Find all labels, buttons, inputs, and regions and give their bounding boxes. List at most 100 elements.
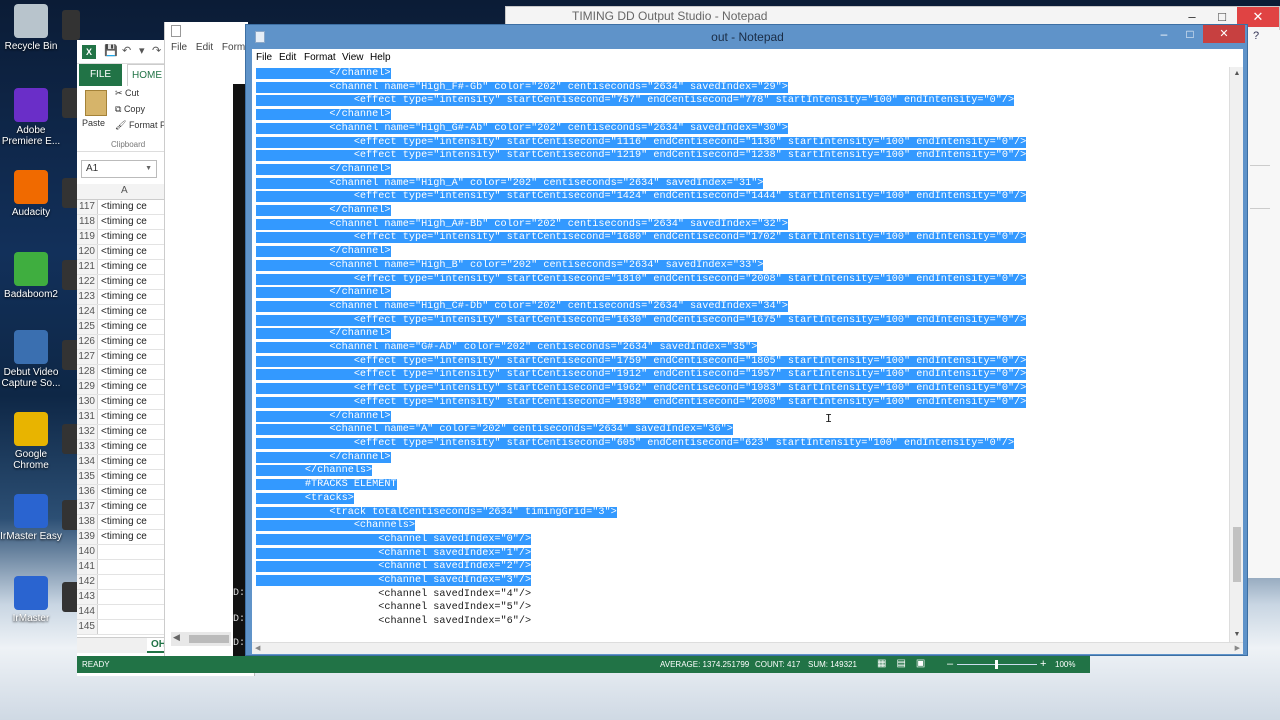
- undo-dropdown-icon[interactable]: ▾: [139, 44, 145, 57]
- text-line[interactable]: <effect type="intensity" startCentisecon…: [256, 94, 1026, 108]
- row-number[interactable]: 131: [77, 410, 98, 424]
- desktop-icon[interactable]: IrMaster: [0, 576, 62, 624]
- cell-value[interactable]: <timing ce: [101, 470, 147, 484]
- cut-button[interactable]: ✂ Cut: [115, 88, 139, 99]
- text-line[interactable]: <effect type="intensity" startCentisecon…: [256, 382, 1027, 396]
- column-header-a[interactable]: A: [121, 185, 128, 196]
- menu-file[interactable]: File: [171, 42, 187, 53]
- cell-value[interactable]: <timing ce: [101, 320, 147, 334]
- text-line[interactable]: </channel>: [256, 451, 1026, 465]
- redo-icon[interactable]: ↷: [152, 44, 161, 57]
- zoom-out-icon[interactable]: –: [947, 658, 953, 670]
- row-number[interactable]: 143: [77, 590, 98, 604]
- row-number[interactable]: 145: [77, 620, 98, 634]
- row-number[interactable]: 126: [77, 335, 98, 349]
- cell-value[interactable]: <timing ce: [101, 200, 147, 214]
- zoom-thumb[interactable]: [995, 660, 998, 669]
- text-line[interactable]: </channel>: [256, 108, 1026, 122]
- text-line[interactable]: <effect type="intensity" startCentisecon…: [256, 190, 1027, 204]
- scroll-down-icon[interactable]: ▼: [1230, 628, 1243, 642]
- text-line[interactable]: <effect type="intensity" startCentisecon…: [256, 314, 1027, 328]
- text-line[interactable]: <channel savedIndex="1"/>: [256, 547, 1026, 561]
- paste-icon[interactable]: [85, 90, 107, 116]
- page-break-icon[interactable]: ▣: [916, 658, 935, 669]
- cell-value[interactable]: <timing ce: [101, 335, 147, 349]
- editor-text[interactable]: </channel> <channel name="High_F#-Gb" co…: [256, 67, 1027, 629]
- name-box[interactable]: A1 ▼: [81, 160, 157, 178]
- copy-button[interactable]: ⧉ Copy: [115, 104, 145, 115]
- cell-value[interactable]: <timing ce: [101, 260, 147, 274]
- text-line[interactable]: <channel name="High_B" color="202" centi…: [256, 259, 1026, 273]
- row-number[interactable]: 137: [77, 500, 98, 514]
- text-line[interactable]: </channel>: [256, 327, 1026, 341]
- text-line[interactable]: <channel savedIndex="3"/>: [256, 574, 1026, 588]
- desktop-icon[interactable]: Adobe Premiere E...: [0, 88, 62, 147]
- text-line[interactable]: </channel>: [256, 163, 1026, 177]
- desktop-icon[interactable]: [62, 10, 80, 40]
- text-line[interactable]: <channel name="High_A" color="202" centi…: [256, 177, 1026, 191]
- scroll-thumb[interactable]: [1233, 527, 1241, 582]
- horizontal-scrollbar[interactable]: ◀ ▶: [252, 642, 1243, 654]
- text-line[interactable]: </channel>: [256, 286, 1026, 300]
- desktop-icon[interactable]: Google Chrome: [0, 412, 62, 471]
- save-icon[interactable]: 💾: [104, 44, 118, 57]
- text-line[interactable]: </channel>: [256, 67, 1026, 81]
- text-line[interactable]: <channel name="A" color="202" centisecon…: [256, 423, 1026, 437]
- row-number[interactable]: 141: [77, 560, 98, 574]
- minimize-icon[interactable]: –: [1151, 25, 1177, 43]
- row-number[interactable]: 129: [77, 380, 98, 394]
- cell-value[interactable]: <timing ce: [101, 440, 147, 454]
- text-line[interactable]: <channel savedIndex="0"/>: [256, 533, 1026, 547]
- menu-edit[interactable]: Edit: [279, 52, 296, 63]
- row-number[interactable]: 133: [77, 440, 98, 454]
- text-line[interactable]: <channel name="G#-Ab" color="202" centis…: [256, 341, 1026, 355]
- text-line[interactable]: #TRACKS ELEMENT: [256, 478, 1026, 492]
- menu-view[interactable]: View: [342, 52, 364, 63]
- row-number[interactable]: 124: [77, 305, 98, 319]
- text-line[interactable]: <channel name="High_C#-Db" color="202" c…: [256, 300, 1026, 314]
- scroll-thumb[interactable]: [189, 635, 229, 643]
- desktop-icon[interactable]: Recycle Bin: [0, 4, 62, 52]
- desktop-icon[interactable]: Badaboom2: [0, 252, 62, 300]
- cell-value[interactable]: <timing ce: [101, 365, 147, 379]
- row-number[interactable]: 140: [77, 545, 98, 559]
- scroll-right-icon[interactable]: ▶: [1235, 643, 1240, 655]
- row-number[interactable]: 123: [77, 290, 98, 304]
- row-number[interactable]: 125: [77, 320, 98, 334]
- menu-file[interactable]: File: [256, 52, 272, 63]
- zoom-level[interactable]: 100%: [1055, 660, 1075, 669]
- text-line[interactable]: <channel savedIndex="5"/>: [256, 601, 1026, 615]
- text-line[interactable]: <effect type="intensity" startCentisecon…: [256, 149, 1027, 163]
- text-line[interactable]: </channel>: [256, 410, 1026, 424]
- row-number[interactable]: 122: [77, 275, 98, 289]
- chevron-down-icon[interactable]: ▼: [145, 161, 152, 177]
- row-number[interactable]: 117: [77, 200, 98, 214]
- cell-value[interactable]: <timing ce: [101, 500, 147, 514]
- cell-value[interactable]: <timing ce: [101, 350, 147, 364]
- text-line[interactable]: <effect type="intensity" startCentisecon…: [256, 437, 1026, 451]
- text-line[interactable]: </channels>: [256, 464, 1026, 478]
- row-number[interactable]: 128: [77, 365, 98, 379]
- text-line[interactable]: <channel name="High_G#-Ab" color="202" c…: [256, 122, 1026, 136]
- text-line[interactable]: <effect type="intensity" startCentisecon…: [256, 273, 1027, 287]
- row-number[interactable]: 120: [77, 245, 98, 259]
- scroll-left-icon[interactable]: ◀: [173, 632, 180, 643]
- page-layout-icon[interactable]: ▤: [896, 658, 915, 669]
- row-number[interactable]: 132: [77, 425, 98, 439]
- cell-value[interactable]: <timing ce: [101, 485, 147, 499]
- cell-value[interactable]: <timing ce: [101, 395, 147, 409]
- text-line[interactable]: <effect type="intensity" startCentisecon…: [256, 231, 1027, 245]
- text-line[interactable]: <effect type="intensity" startCentisecon…: [256, 368, 1027, 382]
- text-line[interactable]: <channel savedIndex="6"/>: [256, 615, 1026, 629]
- text-line[interactable]: </channel>: [256, 245, 1026, 259]
- vertical-scrollbar[interactable]: ▲ ▼: [1229, 67, 1243, 642]
- cell-value[interactable]: <timing ce: [101, 515, 147, 529]
- text-line[interactable]: <channel savedIndex="4"/>: [256, 588, 1026, 602]
- row-number[interactable]: 127: [77, 350, 98, 364]
- horizontal-scrollbar[interactable]: ◀: [171, 632, 231, 646]
- row-number[interactable]: 144: [77, 605, 98, 619]
- text-line[interactable]: <channel name="High_F#-Gb" color="202" c…: [256, 81, 1026, 95]
- menu-edit[interactable]: Edit: [196, 42, 213, 53]
- text-line[interactable]: <channel savedIndex="2"/>: [256, 560, 1026, 574]
- text-line[interactable]: <effect type="intensity" startCentisecon…: [256, 396, 1027, 410]
